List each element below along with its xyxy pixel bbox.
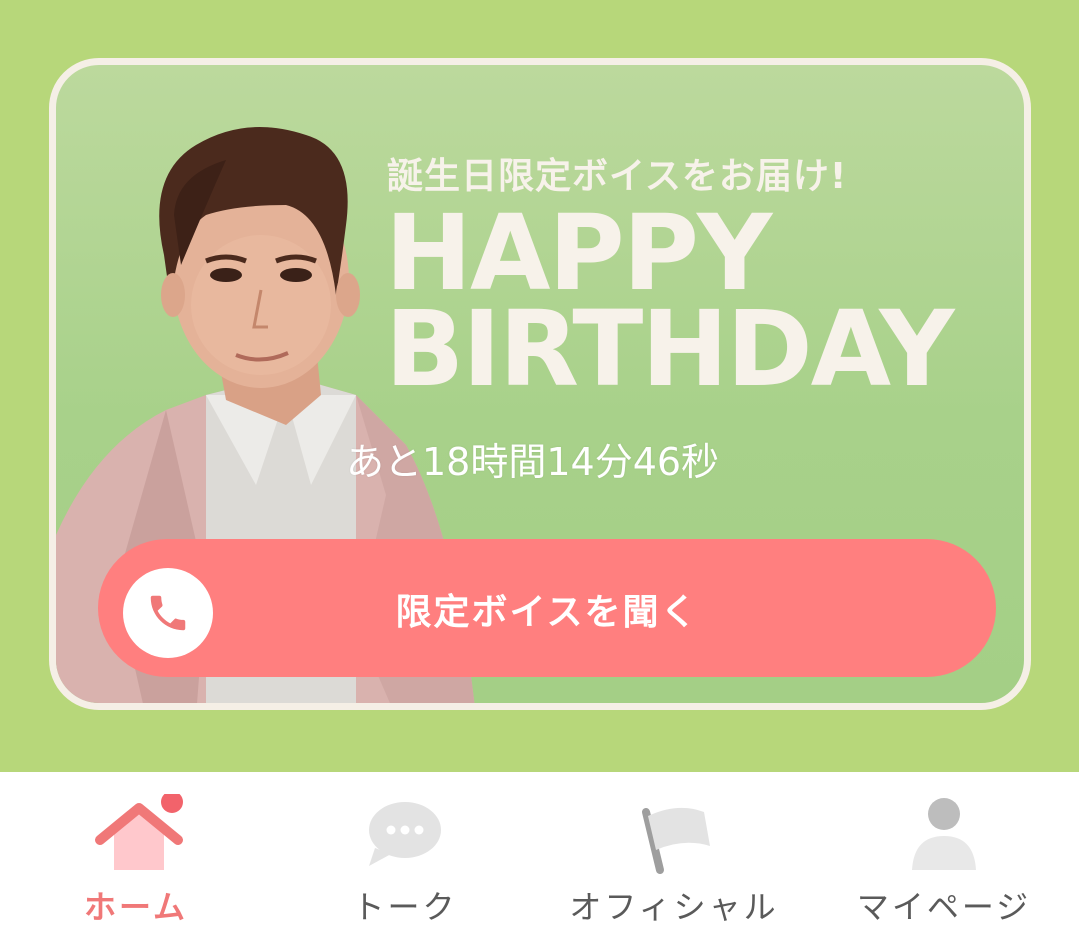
tab-mypage[interactable]: マイページ [834,772,1054,941]
tab-official[interactable]: オフィシャル [564,772,784,941]
banner-area: 誕生日限定ボイスをお届け! HAPPY BIRTHDAY あと18時間14分46… [0,0,1079,772]
bottom-tab-bar: ホーム トーク オフィシャル マイページ [0,772,1079,941]
notification-badge [161,791,183,813]
chat-bubble-icon [365,800,445,874]
countdown-timer: あと18時間14分46秒 [346,440,720,484]
happy-birthday-headline: HAPPY BIRTHDAY [385,192,955,410]
tab-mypage-label: マイページ [856,888,1032,926]
tab-talk[interactable]: トーク [295,772,515,941]
home-icon [86,791,186,878]
tab-talk-label: トーク [352,888,458,926]
tab-official-label: オフィシャル [569,888,779,926]
tab-home[interactable]: ホーム [26,772,246,941]
tab-home-label: ホーム [83,888,189,926]
headline-line-1: HAPPY [385,192,772,314]
birthday-banner-card[interactable]: 誕生日限定ボイスをお届け! HAPPY BIRTHDAY あと18時間14分46… [49,58,1031,710]
listen-limited-voice-button[interactable]: 限定ボイスを聞く [98,539,996,677]
headline-line-2: BIRTHDAY [385,288,955,410]
listen-button-label: 限定ボイスを聞く [395,592,699,633]
flag-icon [634,798,714,882]
person-icon [904,794,984,878]
